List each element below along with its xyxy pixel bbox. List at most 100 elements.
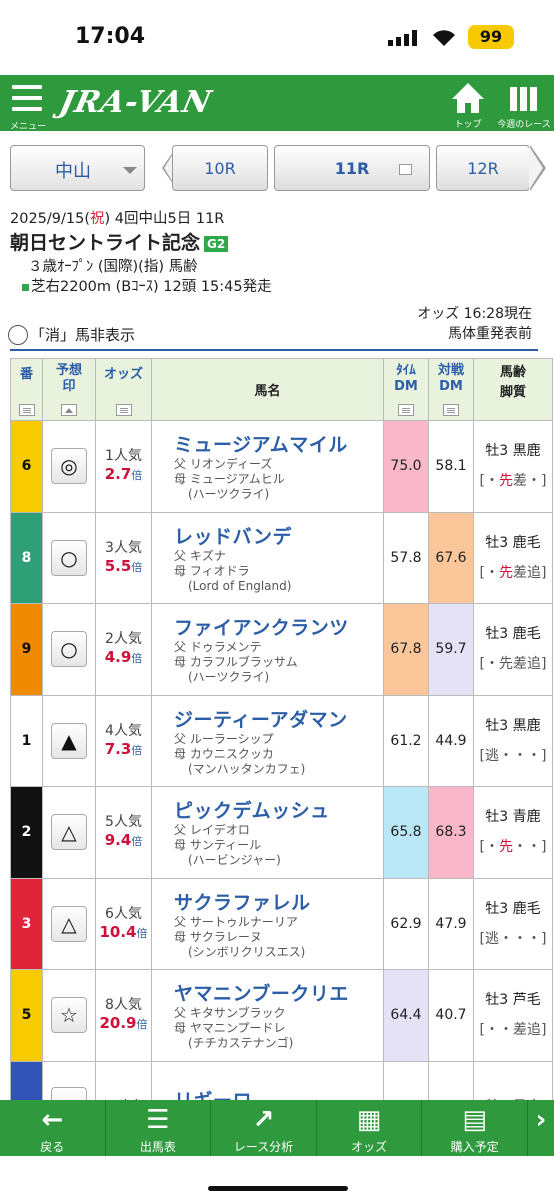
odds-value: 9.4倍 <box>104 831 143 850</box>
horse-cell[interactable]: ピックデムッシュ父 レイデオロ母 サンティール (ハービンジャー) <box>151 786 384 879</box>
horse-number: 2 <box>10 786 43 879</box>
more-button[interactable]: › <box>528 1100 554 1156</box>
odds-cell: 8人気 20.9倍 <box>95 969 152 1062</box>
next-race-button[interactable]: 12R <box>436 145 530 191</box>
current-race-button[interactable]: 11R <box>274 145 430 191</box>
prediction-mark[interactable]: ☆ <box>42 969 96 1062</box>
damsire: (ハーツクライ) <box>188 670 270 685</box>
horse-name[interactable]: レッドバンデ <box>174 522 383 549</box>
table-row[interactable]: 3 △ 6人気 10.4倍 サクラファレル父 サートゥルナーリア母 サクラレーヌ (シンボ… <box>10 877 553 970</box>
jra-van-logo[interactable]: JRA-VAN <box>56 85 215 120</box>
menu-button[interactable]: メニュー <box>8 83 48 132</box>
prediction-mark[interactable]: ○ <box>42 603 96 696</box>
age-coat: 牡3 芦毛 <box>485 992 541 1009</box>
horse-number: 9 <box>10 603 43 696</box>
odds-button[interactable]: ▦ オッズ <box>317 1100 423 1156</box>
checkbox-icon[interactable] <box>8 324 28 345</box>
table-row[interactable]: 6 ◎ 1人気 2.7倍 ミュージアムマイル父 リオンディーズ母 ミュージアムヒル (ハー… <box>10 420 553 513</box>
odds-cell: 4人気 7.3倍 <box>95 694 152 787</box>
odds-value: 20.9倍 <box>99 1014 148 1033</box>
vs-dm: 59.7 <box>428 603 474 696</box>
prediction-mark[interactable]: ○ <box>42 511 96 604</box>
analysis-button[interactable]: ↗ レース分析 <box>211 1100 317 1156</box>
checkbox-icon <box>399 164 412 175</box>
horse-name[interactable]: ミュージアムマイル <box>174 430 383 457</box>
chevron-right-icon: › <box>535 1105 547 1135</box>
sire: 父 レイデオロ <box>174 823 250 838</box>
odds-cell: 5人気 9.4倍 <box>95 786 152 879</box>
horse-name[interactable]: ファイアンクランツ <box>174 613 383 640</box>
table-row[interactable]: 5 ☆ 8人気 20.9倍 ヤマニンブークリエ父 キタサンブラック母 ヤマニンプードレ(… <box>10 969 553 1062</box>
scratch-toggle[interactable]: 「消」馬非表示 <box>8 324 135 345</box>
prev-race-button[interactable]: 10R <box>172 145 268 191</box>
mark-button[interactable]: ☆ <box>51 997 87 1034</box>
sort-icon[interactable] <box>398 404 414 416</box>
prediction-mark[interactable]: ◎ <box>42 420 96 513</box>
table-row[interactable]: 1 ▲ 4人気 7.3倍 ジーティーアダマン父 ルーラーシップ母 カウニスクッカ (マンハ… <box>10 694 553 787</box>
divider <box>10 349 538 351</box>
dam: 母 カラフルブラッサム <box>174 655 298 670</box>
horse-number: 5 <box>10 969 43 1062</box>
mark-button[interactable]: ○ <box>51 539 87 576</box>
odds-cell: 1人気 2.7倍 <box>95 420 152 513</box>
header-vs-dm[interactable]: 対戦DM <box>428 358 474 421</box>
table-row[interactable]: 8 ○ 3人気 5.5倍 レッドバンデ父 キズナ母 フィオドラ (Lord of Engl… <box>10 511 553 604</box>
age-coat: 牡3 黒鹿 <box>485 443 541 460</box>
arrow-left-icon: ← <box>41 1105 64 1135</box>
odds-value: 10.4倍 <box>99 922 148 941</box>
mark-button[interactable]: △ <box>51 905 87 942</box>
horse-cell[interactable]: ヤマニンブークリエ父 キタサンブラック母 ヤマニンプードレ (チチカステナンゴ) <box>151 969 384 1062</box>
odds-cell: 3人気 5.5倍 <box>95 511 152 604</box>
sort-up-icon[interactable] <box>61 404 77 416</box>
popularity: 8人気 <box>105 997 142 1014</box>
running-style: [・先差・] <box>479 473 547 490</box>
back-button[interactable]: ← 戻る <box>0 1100 106 1156</box>
prediction-mark[interactable]: ▲ <box>42 694 96 787</box>
header-odds[interactable]: オッズ <box>95 358 152 421</box>
sort-icon[interactable] <box>18 404 35 416</box>
odds-cell: 2人気 4.9倍 <box>95 603 152 696</box>
horse-name[interactable]: ジーティーアダマン <box>174 705 383 732</box>
running-style: [逃・・・] <box>479 747 547 764</box>
horse-cell[interactable]: ミュージアムマイル父 リオンディーズ母 ミュージアムヒル (ハーツクライ) <box>151 420 384 513</box>
horse-name[interactable]: ピックデムッシュ <box>174 796 383 823</box>
header-time-dm[interactable]: ﾀｲﾑDM <box>383 358 429 421</box>
this-week-label: 今週のレース <box>497 120 551 130</box>
age-style: 牡3 鹿毛 [逃・・・] <box>473 877 553 970</box>
horse-name[interactable]: サクラファレル <box>174 888 383 915</box>
popularity: 4人気 <box>105 722 142 739</box>
top-button[interactable]: トップ <box>450 81 486 130</box>
entries-button[interactable]: ☰ 出馬表 <box>106 1100 212 1156</box>
mark-button[interactable]: △ <box>51 814 87 851</box>
horse-number: 8 <box>10 511 43 604</box>
running-style: [・先差追] <box>479 656 547 673</box>
purchase-button[interactable]: ▤ 購入予定 <box>422 1100 528 1156</box>
mark-button[interactable]: ◎ <box>51 448 87 485</box>
horse-cell[interactable]: レッドバンデ父 キズナ母 フィオドラ (Lord of England) <box>151 511 384 604</box>
entries-table: 番 予想印 オッズ 馬名 ﾀｲﾑDM 対戦DM 馬齢脚質 6 ◎ 1人気 2.7倍 ミュ… <box>10 358 553 1153</box>
table-row[interactable]: 2 △ 5人気 9.4倍 ピックデムッシュ父 レイデオロ母 サンティール (ハービンジャー… <box>10 786 553 879</box>
header-num[interactable]: 番 <box>10 358 43 421</box>
venue-select[interactable]: 中山 <box>10 145 145 191</box>
running-style: [・先差追] <box>479 564 547 581</box>
prediction-mark[interactable]: △ <box>42 877 96 970</box>
mark-button[interactable]: ▲ <box>51 722 87 759</box>
damsire: (ハービンジャー) <box>188 853 281 868</box>
horse-cell[interactable]: ファイアンクランツ父 ドゥラメンテ母 カラフルブラッサム (ハーツクライ) <box>151 603 384 696</box>
horse-name[interactable]: ヤマニンブークリエ <box>174 979 383 1006</box>
this-week-button[interactable]: 今週のレース <box>494 81 554 130</box>
vs-dm: 47.9 <box>428 877 474 970</box>
mark-button[interactable]: ○ <box>51 631 87 668</box>
vs-dm: 40.7 <box>428 969 474 1062</box>
table-row[interactable]: 9 ○ 2人気 4.9倍 ファイアンクランツ父 ドゥラメンテ母 カラフルブラッサム (ハー… <box>10 603 553 696</box>
horse-cell[interactable]: ジーティーアダマン父 ルーラーシップ母 カウニスクッカ (マンハッタンカフェ) <box>151 694 384 787</box>
sire: 父 ルーラーシップ <box>174 731 274 746</box>
age-coat: 牡3 鹿毛 <box>485 626 541 643</box>
horse-cell[interactable]: サクラファレル父 サートゥルナーリア母 サクラレーヌ (シンボリクリスエス) <box>151 877 384 970</box>
prediction-mark[interactable]: △ <box>42 786 96 879</box>
bottom-toolbar: ← 戻る ☰ 出馬表 ↗ レース分析 ▦ オッズ ▤ 購入予定 › <box>0 1100 554 1156</box>
header-mark[interactable]: 予想印 <box>42 358 96 421</box>
age-coat: 牡3 黒鹿 <box>485 717 541 734</box>
sort-icon[interactable] <box>115 404 132 416</box>
sort-icon[interactable] <box>443 404 459 416</box>
